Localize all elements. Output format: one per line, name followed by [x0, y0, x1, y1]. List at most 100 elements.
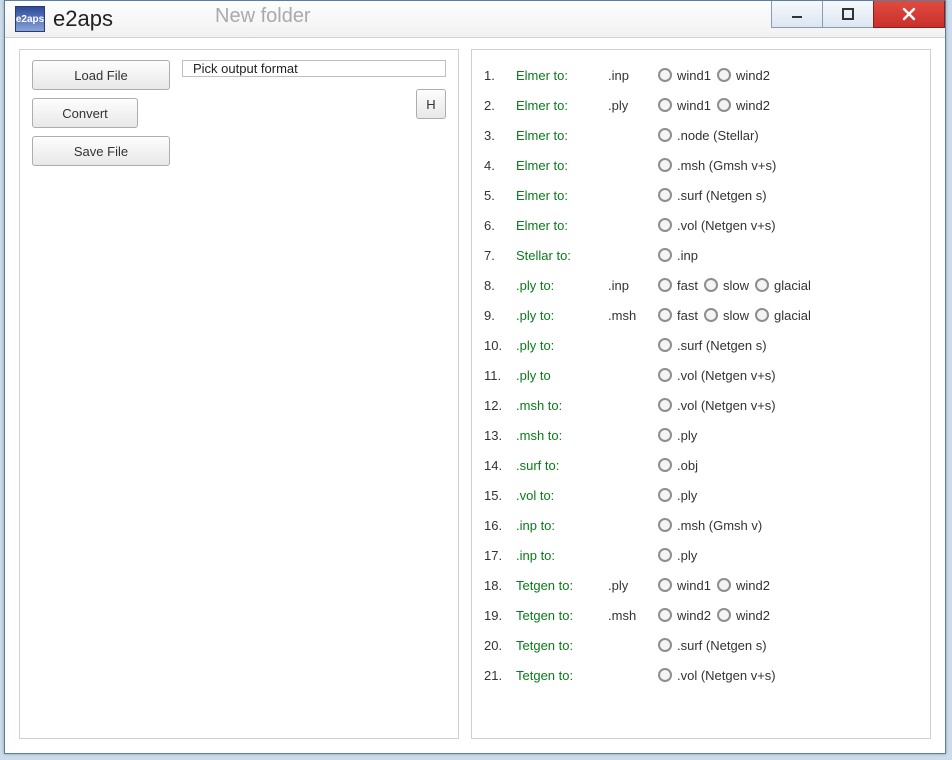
row-from-label: .ply to: [516, 338, 604, 353]
format-radio[interactable]: fast [658, 308, 698, 323]
format-radio[interactable]: .msh (Gmsh v) [658, 518, 762, 533]
format-radio[interactable]: glacial [755, 308, 811, 323]
format-radio[interactable]: .ply [658, 548, 697, 563]
radio-icon [658, 578, 672, 592]
radio-icon [658, 218, 672, 232]
format-row: 5. Elmer to: .surf (Netgen s) [484, 180, 918, 210]
row-extension: .ply [608, 98, 654, 113]
radio-label: .inp [677, 248, 698, 263]
format-row: 10. .ply to: .surf (Netgen s) [484, 330, 918, 360]
output-format-field[interactable]: Pick output format [182, 60, 446, 77]
radio-label: .node (Stellar) [677, 128, 759, 143]
format-radio[interactable]: wind1 [658, 98, 711, 113]
row-from-label: Elmer to: [516, 158, 604, 173]
row-from-label: .inp to: [516, 548, 604, 563]
format-row: 16..inp to:.msh (Gmsh v) [484, 510, 918, 540]
format-radio[interactable]: .vol (Netgen v+s) [658, 368, 776, 383]
app-window: e2aps e2aps New folder Load File Convert… [4, 0, 946, 754]
format-radio[interactable]: wind2 [658, 608, 711, 623]
format-radio[interactable]: .ply [658, 488, 697, 503]
radio-icon [755, 278, 769, 292]
radio-label: .ply [677, 488, 697, 503]
format-row: 3.Elmer to:.node (Stellar) [484, 120, 918, 150]
format-radio[interactable]: .msh (Gmsh v+s) [658, 158, 776, 173]
convert-button[interactable]: Convert [32, 98, 138, 128]
row-number: 11. [484, 368, 512, 383]
radio-icon [717, 608, 731, 622]
row-number: 5. [484, 188, 512, 203]
radio-label: wind1 [677, 578, 711, 593]
load-file-button[interactable]: Load File [32, 60, 170, 90]
format-row: 20.Tetgen to:.surf (Netgen s) [484, 630, 918, 660]
format-radio[interactable]: .inp [658, 248, 698, 263]
row-from-label: Elmer to: [516, 188, 604, 203]
radio-icon [704, 308, 718, 322]
format-radio[interactable]: slow [704, 278, 749, 293]
format-radio[interactable]: .ply [658, 428, 697, 443]
format-radio[interactable]: fast [658, 278, 698, 293]
row-from-label: .inp to: [516, 518, 604, 533]
format-radio[interactable]: .surf (Netgen s) [658, 188, 767, 203]
radio-label: .obj [677, 458, 698, 473]
row-from-label: Elmer to: [516, 128, 604, 143]
format-radio[interactable]: .vol (Netgen v+s) [658, 218, 776, 233]
format-radio[interactable]: glacial [755, 278, 811, 293]
radio-label: fast [677, 308, 698, 323]
row-number: 10. [484, 338, 512, 353]
format-radio[interactable]: .obj [658, 458, 698, 473]
maximize-button[interactable] [822, 1, 874, 28]
background-folder-text: New folder [215, 5, 311, 28]
format-radio[interactable]: slow [704, 308, 749, 323]
row-from-label: Tetgen to: [516, 638, 604, 653]
save-file-button[interactable]: Save File [32, 136, 170, 166]
format-row: 1.Elmer to:.inpwind1wind2 [484, 60, 918, 90]
radio-label: .surf (Netgen s) [677, 638, 767, 653]
row-extension: .msh [608, 308, 654, 323]
window-controls [772, 1, 945, 29]
row-options: wind1 wind2 [658, 98, 918, 113]
radio-label: .vol (Netgen v+s) [677, 668, 776, 683]
row-from-label: .ply to: [516, 278, 604, 293]
format-radio[interactable]: .vol (Netgen v+s) [658, 398, 776, 413]
format-radio[interactable]: wind2 [717, 608, 770, 623]
format-radio[interactable]: wind2 [717, 68, 770, 83]
row-from-label: Tetgen to: [516, 668, 604, 683]
row-from-label: Tetgen to: [516, 608, 604, 623]
row-from-label: .msh to: [516, 428, 604, 443]
h-button[interactable]: H [416, 89, 446, 119]
row-number: 19. [484, 608, 512, 623]
radio-icon [755, 308, 769, 322]
format-radio[interactable]: .vol (Netgen v+s) [658, 668, 776, 683]
format-radio[interactable]: wind1 [658, 68, 711, 83]
minimize-button[interactable] [771, 1, 823, 28]
radio-label: .msh (Gmsh v) [677, 518, 762, 533]
radio-icon [658, 518, 672, 532]
row-options: .vol (Netgen v+s) [658, 218, 918, 233]
radio-icon [658, 68, 672, 82]
row-number: 2. [484, 98, 512, 113]
row-options: .inp [658, 248, 918, 263]
format-row: 13..msh to:.ply [484, 420, 918, 450]
format-radio[interactable]: .surf (Netgen s) [658, 338, 767, 353]
radio-label: wind2 [736, 68, 770, 83]
radio-icon [658, 668, 672, 682]
radio-label: wind1 [677, 98, 711, 113]
row-options: .surf (Netgen s) [658, 188, 918, 203]
row-options: wind2 wind2 [658, 608, 918, 623]
row-options: .vol (Netgen v+s) [658, 668, 918, 683]
close-button[interactable] [873, 1, 945, 28]
format-radio[interactable]: wind2 [717, 98, 770, 113]
radio-label: .surf (Netgen s) [677, 338, 767, 353]
row-number: 1. [484, 68, 512, 83]
app-icon: e2aps [15, 6, 45, 32]
row-options: .obj [658, 458, 918, 473]
format-radio[interactable]: .node (Stellar) [658, 128, 759, 143]
format-radio[interactable]: .surf (Netgen s) [658, 638, 767, 653]
row-options: .msh (Gmsh v) [658, 518, 918, 533]
format-radio[interactable]: wind2 [717, 578, 770, 593]
radio-icon [658, 188, 672, 202]
radio-label: glacial [774, 278, 811, 293]
radio-icon [658, 248, 672, 262]
format-radio[interactable]: wind1 [658, 578, 711, 593]
row-options: wind1 wind2 [658, 68, 918, 83]
